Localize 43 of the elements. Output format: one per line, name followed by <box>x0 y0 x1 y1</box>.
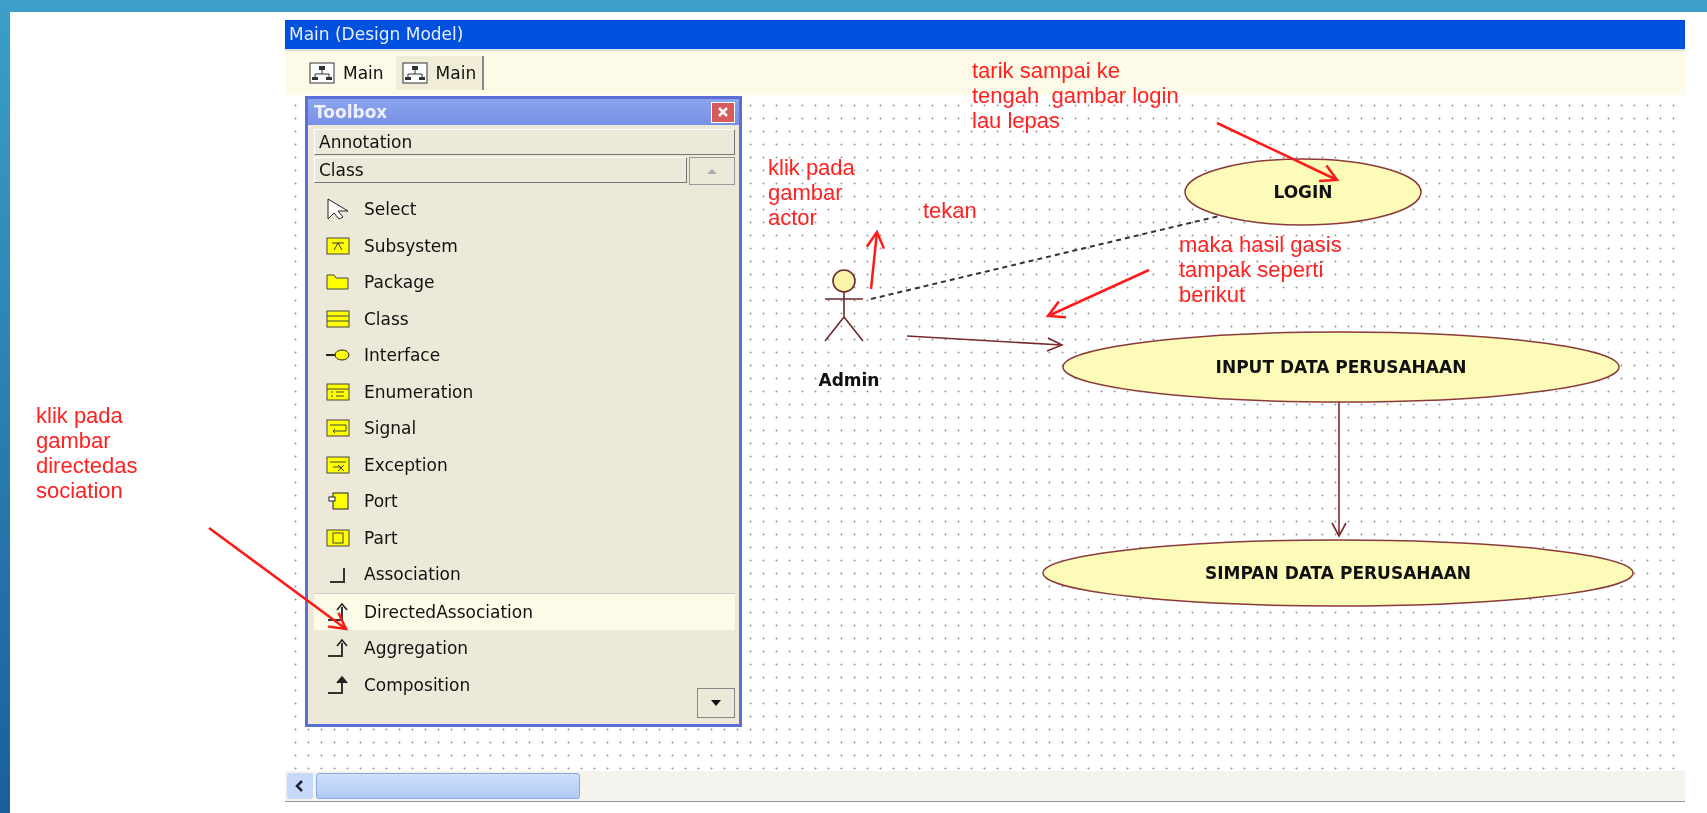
diagram-icon <box>309 62 335 84</box>
annotation-arrow <box>865 229 886 290</box>
toolbox-title: Toolbox <box>314 102 388 122</box>
use-case-label: SIMPAN DATA PERUSAHAAN <box>1204 563 1472 583</box>
toolbox-item[interactable]: Select <box>314 191 735 228</box>
close-icon[interactable] <box>711 101 735 123</box>
toolbox-item[interactable]: Package <box>314 264 735 301</box>
annotation-note: tekan <box>923 198 977 223</box>
tool-icon <box>324 453 352 476</box>
toolbox-item[interactable]: Interface <box>314 337 735 374</box>
use-case-label: INPUT DATA PERUSAHAAN <box>1215 357 1467 377</box>
annotation-note: klik pada gambar directedas sociation <box>36 403 138 503</box>
use-case-label: LOGIN <box>1273 182 1333 202</box>
scroll-down-icon[interactable] <box>697 688 735 718</box>
toolbox-item[interactable]: Port <box>314 483 735 520</box>
tool-icon <box>324 526 352 549</box>
annotation-note: klik pada gambar actor <box>768 155 855 230</box>
tool-icon <box>324 307 352 330</box>
scroll-left-icon[interactable] <box>287 773 313 799</box>
toolbox-item[interactable]: Subsystem <box>314 227 735 264</box>
toolbox-item[interactable]: Class <box>314 300 735 337</box>
tool-icon <box>324 380 352 403</box>
toolbox-item[interactable]: Signal <box>314 410 735 447</box>
tool-icon <box>324 417 352 440</box>
annotation-note: maka hasil gasis tampak seperti berikut <box>1179 232 1342 307</box>
toolbox-item[interactable]: Composition <box>314 666 735 703</box>
toolbox-item[interactable]: Part <box>314 519 735 556</box>
toolbox-item[interactable]: DirectedAssociation <box>314 592 735 630</box>
toolbox-section-header[interactable]: Class <box>314 157 687 183</box>
toolbox-item[interactable]: Exception <box>314 446 735 483</box>
toolbox-item[interactable]: Aggregation <box>314 630 735 667</box>
diagram-tab[interactable]: Main <box>395 56 485 90</box>
scroll-up-icon[interactable] <box>689 157 735 185</box>
tool-icon <box>324 234 352 257</box>
annotation-note: tarik sampai ke tengah gambar login lau lepas <box>972 58 1179 133</box>
actor-label: Admin <box>818 370 880 390</box>
scrollbar-thumb[interactable] <box>316 773 580 799</box>
window-title: Main (Design Model) <box>285 20 1685 49</box>
toolbox-item[interactable]: Enumeration <box>314 373 735 410</box>
toolbox-item[interactable]: Association <box>314 556 735 593</box>
toolbox-section-header[interactable]: Annotation <box>314 129 735 155</box>
diagram-icon <box>401 62 428 84</box>
horizontal-scrollbar[interactable] <box>285 771 1685 802</box>
